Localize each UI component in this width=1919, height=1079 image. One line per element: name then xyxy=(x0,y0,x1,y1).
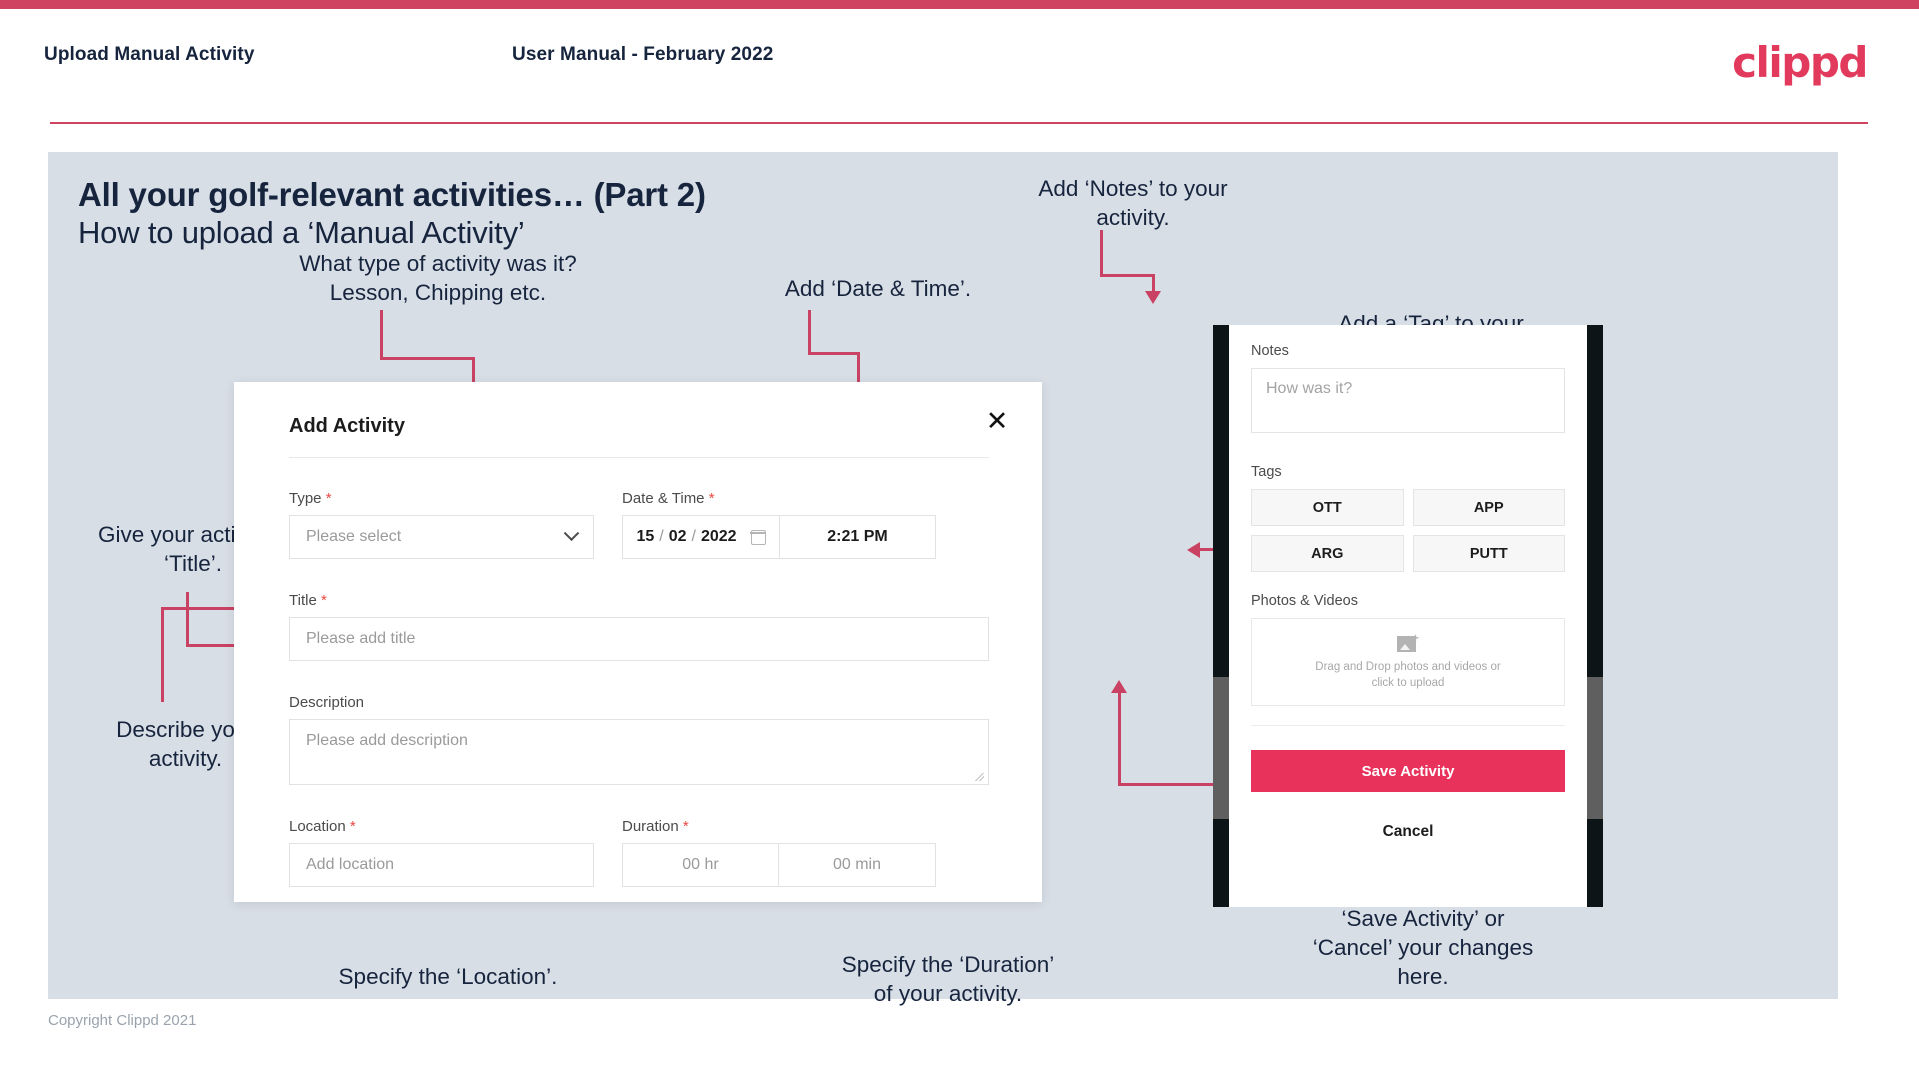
notes-textarea[interactable]: How was it? xyxy=(1251,368,1565,433)
annotation-save-cancel: ‘Save Activity’ or ‘Cancel’ your changes… xyxy=(1312,906,1534,989)
date-sep-1: / xyxy=(659,528,664,545)
annotation-datetime: Add ‘Date & Time’. xyxy=(784,276,972,301)
dropzone-line-2: click to upload xyxy=(1371,676,1445,689)
close-icon[interactable]: ✕ xyxy=(980,404,1014,438)
required-asterisk: * xyxy=(320,592,327,609)
phone-notes-group: Notes How was it? xyxy=(1251,343,1565,433)
top-accent-bar xyxy=(0,0,1919,9)
field-location-label: Location * xyxy=(289,818,356,835)
phone-tags-group: Tags OTT APP ARG PUTT xyxy=(1251,464,1565,572)
add-activity-dialog: Add Activity ✕ Type * Please select Date… xyxy=(234,382,1042,902)
page-subtitle: How to upload a ‘Manual Activity’ xyxy=(78,215,525,250)
arrow-photos-head xyxy=(1187,542,1200,558)
arrow-type-seg2 xyxy=(380,357,475,360)
dialog-title: Add Activity xyxy=(289,415,405,437)
arrow-notes-seg2 xyxy=(1100,274,1155,277)
header-left-title: Upload Manual Activity xyxy=(44,44,255,65)
footer-copyright: Copyright Clippd 2021 xyxy=(48,1012,197,1029)
calendar-icon[interactable] xyxy=(749,529,767,545)
tag-ott[interactable]: OTT xyxy=(1251,489,1404,526)
field-type: Type * Please select xyxy=(289,490,594,559)
required-asterisk: * xyxy=(682,818,689,835)
arrow-save-head xyxy=(1111,680,1127,693)
date-month: 02 xyxy=(668,528,687,545)
cancel-button[interactable]: Cancel xyxy=(1251,817,1565,847)
phone-right-bezel xyxy=(1587,325,1603,907)
slide-page: Upload Manual Activity User Manual - Feb… xyxy=(0,0,1919,1079)
duration-hours-input[interactable]: 00 hr xyxy=(622,843,779,887)
annotation-location: Specify the ‘Location’. xyxy=(338,964,558,989)
arrow-title-seg1 xyxy=(186,592,189,647)
required-asterisk: * xyxy=(325,490,332,507)
field-type-label: Type * xyxy=(289,490,332,507)
datetime-row: 15 / 02 / 2022 2:21 PM xyxy=(622,515,936,559)
field-datetime-label: Date & Time * xyxy=(622,490,715,507)
arrow-notes-head xyxy=(1145,291,1161,304)
arrow-save-seg2 xyxy=(1118,690,1121,785)
tags-grid: OTT APP ARG PUTT xyxy=(1251,489,1565,572)
phone-left-scrollbar[interactable] xyxy=(1213,677,1229,819)
field-title-label: Title * xyxy=(289,592,327,609)
date-sep-2: / xyxy=(691,528,696,545)
field-location: Location * Add location xyxy=(289,818,594,887)
dropzone-line-1: Drag and Drop photos and videos or xyxy=(1315,660,1501,673)
arrow-dt-seg2 xyxy=(808,352,860,355)
required-asterisk: * xyxy=(708,490,715,507)
location-placeholder: Add location xyxy=(306,856,395,873)
clippd-logo: clippd xyxy=(1732,38,1868,87)
field-duration-label: Duration * xyxy=(622,818,689,835)
dropzone-text: Drag and Drop photos and videos or click… xyxy=(1315,659,1500,691)
type-placeholder: Please select xyxy=(306,528,402,545)
phone-mockup: Notes How was it? Tags OTT APP ARG PUTT xyxy=(1213,325,1603,907)
field-title: Title * Please add title xyxy=(289,592,989,661)
save-activity-button[interactable]: Save Activity xyxy=(1251,750,1565,792)
tag-putt[interactable]: PUTT xyxy=(1412,535,1565,572)
field-duration: Duration * 00 hr 00 min xyxy=(622,818,936,887)
tag-app[interactable]: APP xyxy=(1412,489,1565,526)
type-select[interactable]: Please select xyxy=(289,515,594,559)
location-input[interactable]: Add location xyxy=(289,843,594,887)
annotation-notes: Add ‘Notes’ to your activity. xyxy=(1038,176,1228,230)
photo-dropzone[interactable]: + Drag and Drop photos and videos or cli… xyxy=(1251,618,1565,706)
description-placeholder: Please add description xyxy=(306,732,468,749)
resize-handle-icon[interactable] xyxy=(975,772,984,781)
arrow-type-seg1 xyxy=(380,310,383,360)
arrow-notes-seg1 xyxy=(1100,230,1103,277)
field-datetime: Date & Time * 15 / 02 / 2022 2:21 PM xyxy=(622,490,936,559)
arrow-dt-seg1 xyxy=(808,310,811,355)
phone-photos-group: Photos & Videos + Drag and Drop photos a… xyxy=(1251,593,1565,706)
title-placeholder: Please add title xyxy=(306,630,416,647)
notes-placeholder: How was it? xyxy=(1266,380,1353,397)
annotation-type: What type of activity was it? Lesson, Ch… xyxy=(299,251,577,305)
photos-label: Photos & Videos xyxy=(1251,593,1358,609)
add-image-icon: + xyxy=(1397,632,1419,653)
tag-arg[interactable]: ARG xyxy=(1251,535,1404,572)
date-day: 15 xyxy=(636,528,655,545)
field-description-label: Description xyxy=(289,694,365,711)
date-year: 2022 xyxy=(700,528,737,545)
time-input[interactable]: 2:21 PM xyxy=(780,515,936,559)
header-center-title: User Manual - February 2022 xyxy=(512,44,774,65)
title-input[interactable]: Please add title xyxy=(289,617,989,661)
chevron-down-icon xyxy=(563,524,580,541)
annotation-duration: Specify the ‘Duration’ of your activity. xyxy=(841,952,1055,1006)
notes-label: Notes xyxy=(1251,343,1289,359)
dialog-divider xyxy=(289,457,989,458)
phone-right-scrollbar[interactable] xyxy=(1587,677,1603,819)
slide-content: All your golf-relevant activities… (Part… xyxy=(48,152,1838,1006)
date-input[interactable]: 15 / 02 / 2022 xyxy=(622,515,780,559)
tags-label: Tags xyxy=(1251,464,1282,480)
field-description: Description Please add description xyxy=(289,694,989,785)
page-title: All your golf-relevant activities… (Part… xyxy=(78,176,706,213)
phone-left-bezel xyxy=(1213,325,1229,907)
arrow-desc-seg1 xyxy=(161,607,164,702)
header-divider xyxy=(50,122,1868,124)
phone-divider xyxy=(1251,725,1565,726)
phone-screen: Notes How was it? Tags OTT APP ARG PUTT xyxy=(1229,325,1587,907)
duration-minutes-input[interactable]: 00 min xyxy=(779,843,936,887)
duration-row: 00 hr 00 min xyxy=(622,843,936,887)
required-asterisk: * xyxy=(349,818,356,835)
description-textarea[interactable]: Please add description xyxy=(289,719,989,785)
